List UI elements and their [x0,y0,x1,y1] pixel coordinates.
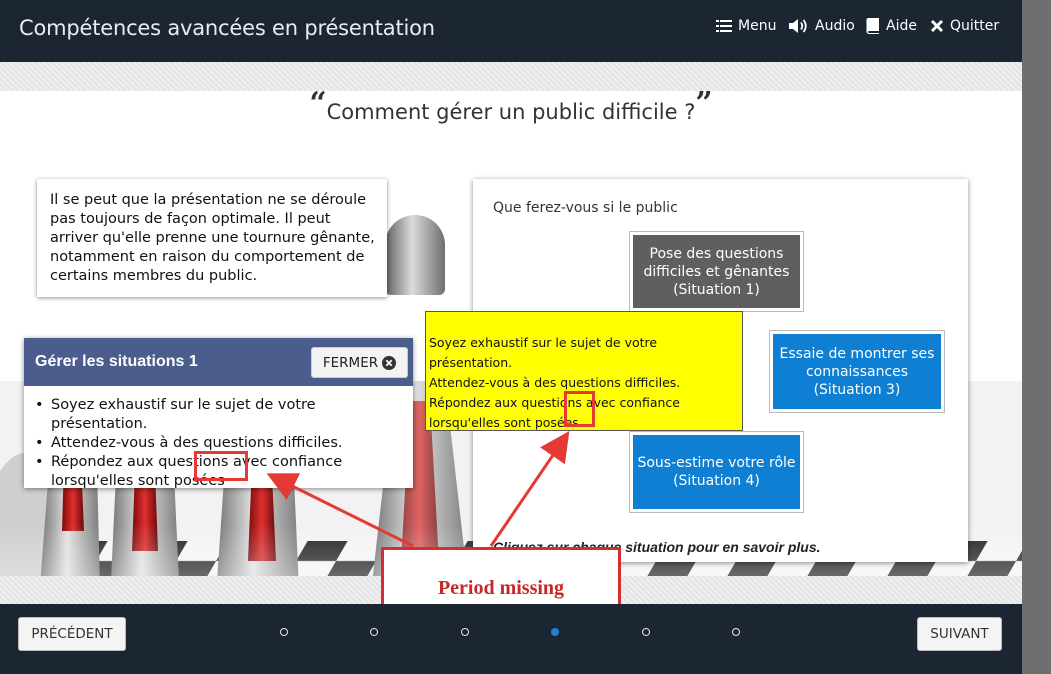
page-dot[interactable] [280,628,288,636]
previous-button[interactable]: PRÉCÉDENT [18,617,126,651]
window-side-gutter [1022,0,1051,674]
page-dot[interactable] [732,628,740,636]
arrow-to-note [489,431,570,547]
arrow-to-panel [266,473,414,548]
course-player: Compétences avancées en présentation Men… [0,0,1022,674]
page-dot[interactable] [461,628,469,636]
bottom-bar [0,604,1022,674]
page-dot[interactable] [642,628,650,636]
page-dot[interactable] [370,628,378,636]
next-button[interactable]: SUIVANT [917,617,1002,651]
page-dot-current[interactable] [551,628,559,636]
